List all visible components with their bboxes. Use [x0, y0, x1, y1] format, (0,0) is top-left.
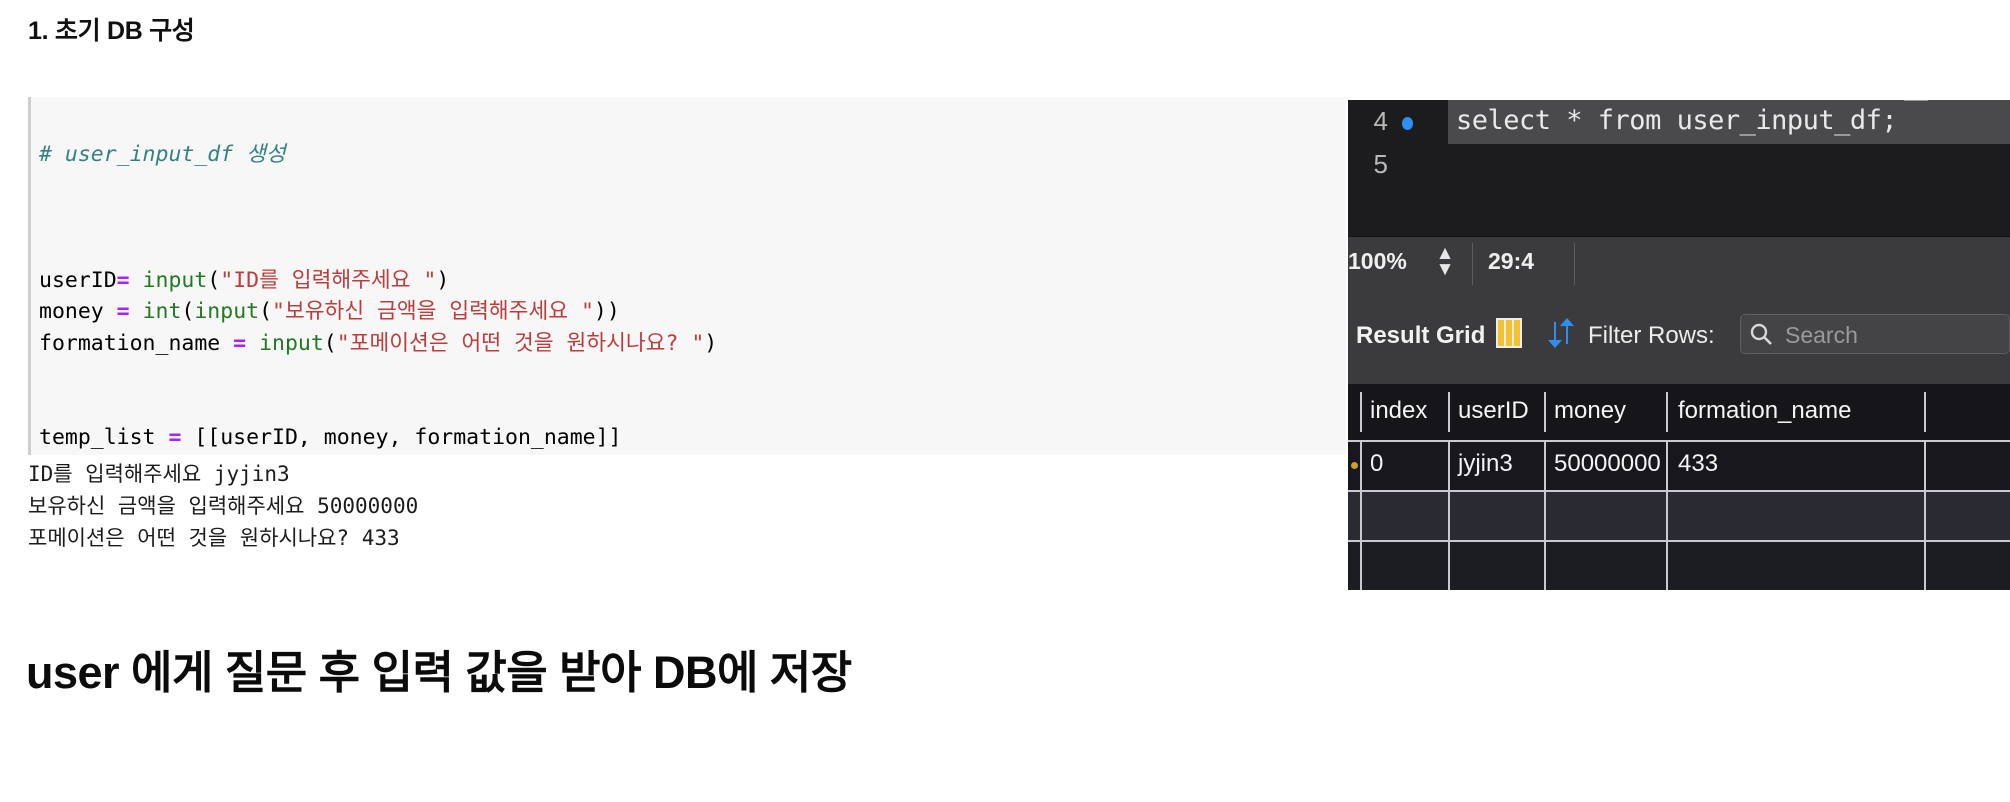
result-grid-table[interactable]: index userID money formation_name 0 jyji…	[1348, 384, 2010, 590]
line-number: 4	[1373, 106, 1388, 136]
divider	[1574, 243, 1575, 285]
column-divider	[1666, 392, 1668, 432]
column-divider	[1360, 392, 1362, 432]
editor-status-bar: 100% ▲ ▼ 29:4	[1348, 236, 2010, 291]
column-header-money[interactable]: money	[1554, 397, 1626, 425]
column-divider	[1448, 392, 1450, 432]
cell-output: ID를 입력해주세요 jyjin3 보유하신 금액을 입력해주세요 500000…	[28, 458, 418, 554]
code-token-prompt-string: "보유하신 금액을 입력해주세요 "	[272, 299, 594, 325]
cell-divider	[1448, 442, 1450, 490]
code-token-operator: =	[168, 425, 182, 451]
cell-divider	[1544, 442, 1546, 490]
code-token-input-fn: input	[129, 268, 208, 293]
code-token-prompt-string: "포메이션은 어떤 것을 원하시나요? "	[336, 330, 705, 356]
cell-divider	[1448, 542, 1450, 590]
cell-divider	[1360, 442, 1362, 490]
code-token-temp-list: temp_list	[39, 425, 169, 451]
summary-heading: user 에게 질문 후 입력 값을 받아 DB에 저장	[26, 647, 852, 698]
sql-query-text[interactable]: select * from user_input_df;	[1456, 105, 1898, 136]
search-placeholder: Search	[1785, 322, 1858, 348]
page-title: 1. 초기 DB 구성	[28, 17, 195, 45]
table-row[interactable]	[1348, 490, 2010, 540]
cell-divider	[1666, 492, 1668, 540]
cursor-position-label: 29:4	[1488, 248, 1535, 274]
code-token-paren: (	[207, 268, 221, 293]
code-token-paren: (	[259, 299, 273, 325]
code-token-money: money	[39, 299, 117, 325]
code-token-prompt-string: "ID를 입력해주세요 "	[220, 268, 437, 293]
column-divider	[1924, 392, 1926, 432]
line-number: 5	[1373, 149, 1388, 179]
breakpoint-icon[interactable]	[1402, 117, 1413, 130]
code-token-input-fn: input	[246, 330, 324, 356]
output-line: 보유하신 금액을 입력해주세요 50000000	[28, 494, 419, 518]
sql-editor[interactable]: 4 5 select * from user_input_df;	[1348, 100, 2010, 236]
code-content: # user_input_df 생성 userID= input("ID를 입력…	[39, 108, 1075, 455]
code-cell[interactable]: # user_input_df 생성 userID= input("ID를 입력…	[28, 97, 1346, 455]
cell-divider	[1924, 542, 1926, 590]
code-token-input-fn: input	[194, 299, 260, 325]
cell-userid[interactable]: jyjin3	[1458, 450, 1513, 478]
column-header-formation-name[interactable]: formation_name	[1678, 397, 1851, 425]
zoom-level-label: 100%	[1348, 248, 1407, 274]
cell-divider	[1360, 542, 1362, 590]
zoom-stepper[interactable]: ▲ ▼	[1432, 244, 1458, 280]
output-line: ID를 입력해주세요 jyjin3	[28, 462, 290, 486]
code-comment: # user_input_df 생성	[39, 142, 286, 168]
code-token-userid: userID	[39, 268, 117, 293]
cell-index[interactable]: 0	[1370, 450, 1383, 478]
grid-view-icon[interactable]	[1496, 318, 1522, 348]
editor-gutter: 4 5	[1348, 100, 1434, 236]
code-token-paren: ))	[593, 299, 620, 325]
cursor-marker-icon	[1904, 100, 1928, 101]
result-grid-toolbar: Result Grid Filter Rows: Search	[1348, 290, 2010, 384]
search-input[interactable]: Search	[1740, 314, 2010, 354]
divider	[1472, 243, 1473, 285]
column-divider	[1544, 392, 1546, 432]
cell-divider	[1924, 442, 1926, 490]
code-token-paren: (	[323, 330, 337, 356]
code-token-operator: =	[233, 330, 247, 356]
table-row[interactable]: 0 jyjin3 50000000 433	[1348, 440, 2010, 490]
code-token-formation-name: formation_name	[39, 330, 234, 356]
code-token-paren: )	[704, 330, 718, 356]
search-icon	[1749, 322, 1773, 346]
column-header-userid[interactable]: userID	[1458, 397, 1529, 425]
cell-divider	[1360, 492, 1362, 540]
column-header-index[interactable]: index	[1370, 397, 1427, 425]
output-line: 포메이션은 어떤 것을 원하시나요? 433	[28, 526, 400, 550]
cell-divider	[1666, 442, 1668, 490]
code-token-int-fn: int	[129, 299, 182, 325]
refresh-icon[interactable]	[1544, 316, 1578, 350]
mysql-workbench-panel: 4 5 select * from user_input_df; 100% ▲ ▼…	[1348, 100, 2010, 590]
cell-money[interactable]: 50000000	[1554, 450, 1661, 478]
cell-divider	[1544, 492, 1546, 540]
cell-divider	[1544, 542, 1546, 590]
table-header-row: index userID money formation_name	[1348, 384, 2010, 440]
table-row[interactable]	[1348, 540, 2010, 590]
cell-formation-name[interactable]: 433	[1678, 450, 1718, 478]
row-marker-icon	[1351, 462, 1358, 469]
code-token-paren: )	[436, 268, 450, 293]
code-token-operator: =	[116, 268, 130, 293]
cell-divider	[1666, 542, 1668, 590]
filter-rows-label: Filter Rows:	[1588, 322, 1715, 349]
cell-divider	[1924, 492, 1926, 540]
code-token-operator: =	[116, 299, 130, 325]
code-token-list-literal: [[userID, money, formation_name]]	[181, 425, 622, 451]
code-token-paren: (	[181, 299, 195, 325]
cell-divider	[1448, 492, 1450, 540]
result-grid-label: Result Grid	[1356, 322, 1486, 349]
